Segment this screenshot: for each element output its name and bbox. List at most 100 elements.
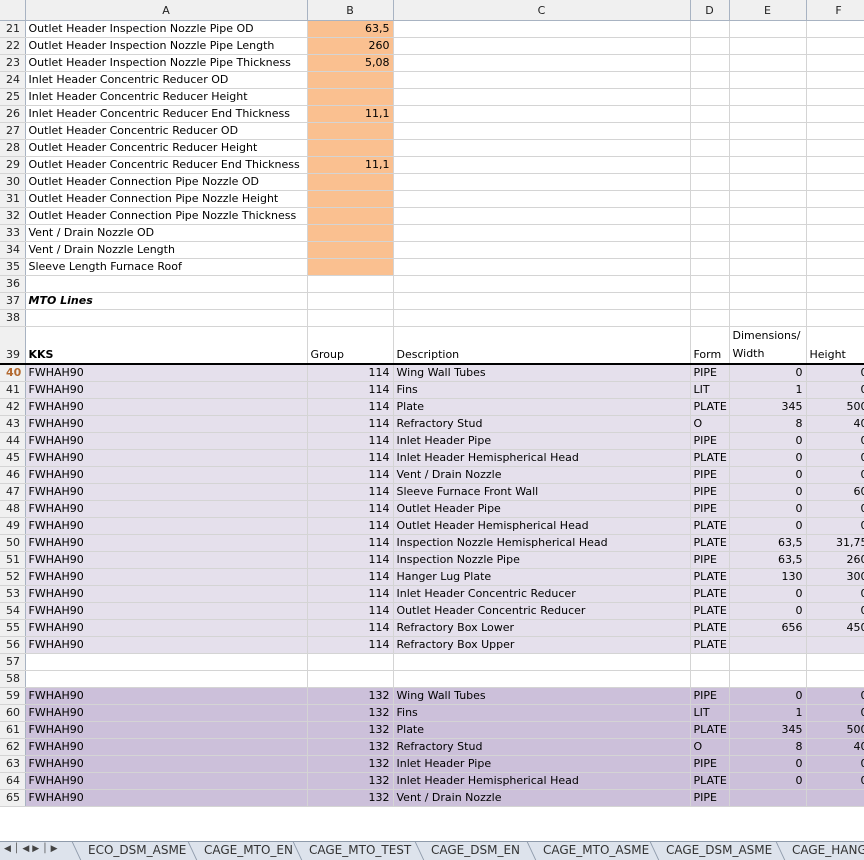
form-cell[interactable]: PIPE [690, 466, 730, 484]
empty-cell[interactable] [393, 207, 691, 225]
group-cell[interactable]: 114 [307, 636, 394, 654]
row-header[interactable]: 45 [0, 449, 26, 467]
description-cell[interactable]: Refractory Stud [393, 415, 691, 433]
sheet-tab-cage-dsm-asme[interactable]: CAGE_DSM_ASME [660, 842, 778, 859]
row-header[interactable]: 35 [0, 258, 26, 276]
sheet-tab-cage-mto-test[interactable]: CAGE_MTO_TEST [303, 842, 417, 859]
empty-cell[interactable] [690, 190, 730, 208]
empty-cell[interactable] [729, 88, 807, 106]
description-cell[interactable]: Sleeve Furnace Front Wall [393, 483, 691, 501]
width-cell[interactable]: 0 [729, 755, 807, 773]
row-header[interactable]: 55 [0, 619, 26, 637]
height-cell[interactable]: 0 [806, 449, 864, 467]
param-label-cell[interactable]: Outlet Header Inspection Nozzle Pipe Len… [25, 37, 308, 55]
param-value-cell[interactable]: 5,08 [307, 54, 394, 72]
param-label-cell[interactable]: Inlet Header Concentric Reducer Height [25, 88, 308, 106]
row-header[interactable]: 62 [0, 738, 26, 756]
empty-cell[interactable] [729, 670, 807, 688]
empty-cell[interactable] [806, 207, 864, 225]
empty-cell[interactable] [307, 670, 394, 688]
height-cell[interactable]: 0 [806, 381, 864, 399]
param-label-cell[interactable]: Sleeve Length Furnace Roof [25, 258, 308, 276]
prev-sheet-icon[interactable]: ◀ [22, 844, 32, 854]
row-header[interactable]: 48 [0, 500, 26, 518]
height-cell[interactable]: 0 [806, 500, 864, 518]
form-cell[interactable]: PLATE [690, 636, 730, 654]
param-label-cell[interactable]: Outlet Header Inspection Nozzle Pipe OD [25, 20, 308, 38]
row-header[interactable]: 43 [0, 415, 26, 433]
group-cell[interactable]: 114 [307, 466, 394, 484]
row-header[interactable]: 56 [0, 636, 26, 654]
kks-cell[interactable]: FWHAH90 [25, 619, 308, 637]
description-cell[interactable]: Outlet Header Hemispherical Head [393, 517, 691, 535]
form-cell[interactable]: PLATE [690, 721, 730, 739]
empty-cell[interactable] [806, 54, 864, 72]
description-cell[interactable]: Inspection Nozzle Pipe [393, 551, 691, 569]
group-cell[interactable]: 114 [307, 551, 394, 569]
kks-cell[interactable]: FWHAH90 [25, 568, 308, 586]
empty-cell[interactable] [729, 105, 807, 123]
description-cell[interactable]: Outlet Header Pipe [393, 500, 691, 518]
height-header[interactable]: Height [806, 326, 864, 365]
empty-cell[interactable] [690, 224, 730, 242]
description-cell[interactable]: Vent / Drain Nozzle [393, 466, 691, 484]
form-cell[interactable]: PLATE [690, 568, 730, 586]
param-label-cell[interactable]: Outlet Header Concentric Reducer End Thi… [25, 156, 308, 174]
kks-cell[interactable]: FWHAH90 [25, 398, 308, 416]
kks-cell[interactable]: FWHAH90 [25, 789, 308, 807]
empty-cell[interactable] [690, 292, 730, 310]
form-cell[interactable]: PIPE [690, 483, 730, 501]
width-cell[interactable]: 0 [729, 466, 807, 484]
column-header-b[interactable]: B [307, 0, 394, 21]
empty-cell[interactable] [690, 156, 730, 174]
width-cell[interactable]: 0 [729, 363, 807, 382]
column-header-a[interactable]: A [25, 0, 308, 21]
empty-cell[interactable] [690, 54, 730, 72]
height-cell[interactable]: 0 [806, 755, 864, 773]
empty-cell[interactable] [806, 173, 864, 191]
sheet-tab-eco-dsm-asme[interactable]: ECO_DSM_ASME [82, 842, 192, 859]
height-cell[interactable]: 31,75 [806, 534, 864, 552]
row-header[interactable]: 44 [0, 432, 26, 450]
description-cell[interactable]: Inspection Nozzle Hemispherical Head [393, 534, 691, 552]
row-header[interactable]: 49 [0, 517, 26, 535]
row-header[interactable]: 24 [0, 71, 26, 89]
group-cell[interactable]: 114 [307, 602, 394, 620]
width-cell[interactable]: 1 [729, 381, 807, 399]
height-cell[interactable]: 450 [806, 619, 864, 637]
empty-cell[interactable] [806, 258, 864, 276]
kks-cell[interactable]: FWHAH90 [25, 721, 308, 739]
kks-cell[interactable]: FWHAH90 [25, 483, 308, 501]
spreadsheet-grid[interactable]: A B C D E F 21 Outlet Header Inspection N… [0, 0, 864, 841]
description-cell[interactable]: Vent / Drain Nozzle [393, 789, 691, 807]
mto-lines-label[interactable]: MTO Lines [25, 292, 308, 310]
param-value-cell[interactable] [307, 173, 394, 191]
empty-cell[interactable] [25, 309, 308, 327]
form-cell[interactable]: PLATE [690, 517, 730, 535]
empty-cell[interactable] [806, 105, 864, 123]
group-cell[interactable]: 114 [307, 483, 394, 501]
empty-cell[interactable] [806, 71, 864, 89]
kks-cell[interactable]: FWHAH90 [25, 517, 308, 535]
kks-cell[interactable]: FWHAH90 [25, 415, 308, 433]
kks-cell[interactable]: FWHAH90 [25, 466, 308, 484]
row-header[interactable]: 36 [0, 275, 26, 293]
row-header[interactable]: 58 [0, 670, 26, 688]
param-value-cell[interactable] [307, 207, 394, 225]
description-cell[interactable]: Inlet Header Pipe [393, 432, 691, 450]
column-header-f[interactable]: F [806, 0, 864, 21]
description-header[interactable]: Description [393, 326, 691, 365]
empty-cell[interactable] [25, 670, 308, 688]
description-cell[interactable]: Outlet Header Concentric Reducer [393, 602, 691, 620]
group-cell[interactable]: 114 [307, 534, 394, 552]
empty-cell[interactable] [393, 292, 691, 310]
group-cell[interactable]: 132 [307, 789, 394, 807]
description-cell[interactable]: Plate [393, 398, 691, 416]
kks-cell[interactable]: FWHAH90 [25, 363, 308, 382]
group-cell[interactable]: 132 [307, 772, 394, 790]
select-all-corner[interactable] [0, 0, 26, 21]
height-cell[interactable]: 0 [806, 704, 864, 722]
empty-cell[interactable] [729, 258, 807, 276]
row-header[interactable]: 40 [0, 363, 26, 382]
group-cell[interactable]: 114 [307, 517, 394, 535]
